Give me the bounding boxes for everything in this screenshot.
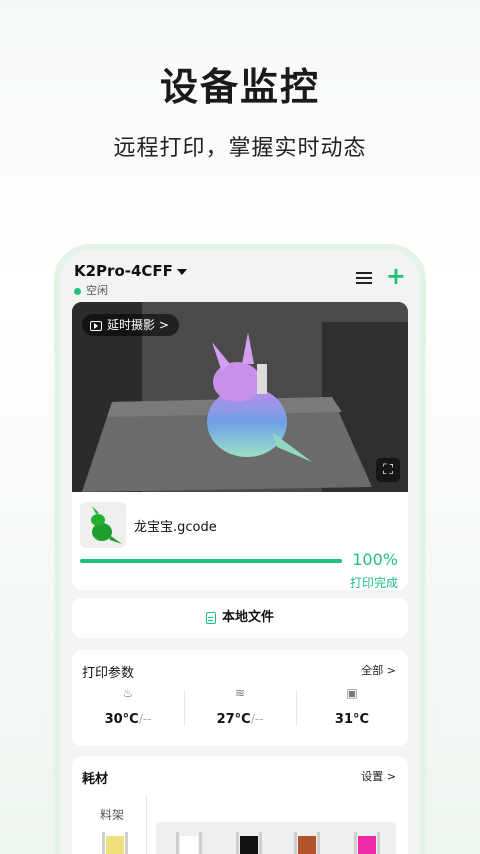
rack-label: 料架 [100, 808, 125, 822]
spool-color [106, 836, 124, 854]
filament-settings-link[interactable]: 设置 > [361, 768, 396, 784]
progress-percent: 100% [352, 550, 398, 569]
list-icon[interactable] [356, 272, 372, 286]
device-status: 空闲 [74, 282, 108, 298]
spool-color [240, 836, 258, 854]
local-files-label: 本地文件 [221, 610, 274, 625]
params-title: 打印参数 [82, 666, 135, 681]
device-status-label: 空闲 [86, 284, 108, 297]
bed-target: /-- [250, 712, 264, 726]
device-header: K2Pro-4CFF 空闲 + [74, 262, 408, 298]
timelapse-label: 延时摄影 > [107, 318, 169, 332]
params-all-link[interactable]: 全部 > [361, 662, 396, 678]
model-thumbnail-image [80, 502, 126, 548]
nozzle-target: /-- [138, 712, 152, 726]
camera-view[interactable]: 延时摄影 > ⛶ [72, 302, 408, 492]
device-selector[interactable]: K2Pro-4CFF [74, 262, 187, 280]
print-job-card: 龙宝宝.gcode 100% 打印完成 [72, 492, 408, 590]
hero-title: 设备监控 [159, 65, 320, 109]
filament-title: 耗材 [82, 772, 109, 787]
local-files-button[interactable]: 本地文件 [72, 598, 408, 638]
filament-slot-2[interactable] [236, 832, 262, 854]
model-thumbnail [80, 502, 126, 548]
param-chamber: ▣ 31°C [296, 686, 408, 727]
chamber-icon: ▣ [346, 686, 358, 700]
hero-subtitle: 远程打印，掌握实时动态 [113, 136, 367, 161]
progress-bar [80, 559, 342, 563]
device-name: K2Pro-4CFF [74, 262, 173, 280]
param-bed: ≋ 27°C/-- [184, 686, 296, 727]
file-name: 龙宝宝.gcode [134, 520, 217, 535]
spool-color [298, 836, 316, 854]
filament-slot-3[interactable] [294, 832, 320, 854]
local-files-card[interactable]: 本地文件 [72, 598, 408, 638]
nozzle-icon: ♨ [122, 686, 134, 700]
spool-color [180, 836, 198, 854]
heated-bed-icon: ≋ [234, 686, 246, 700]
caret-down-icon [176, 268, 187, 275]
document-icon [205, 611, 216, 624]
chamber-temp: 31°C [334, 712, 370, 727]
param-nozzle: ♨ 30°C/-- [72, 686, 184, 727]
status-dot-icon [74, 287, 81, 295]
filament-slot-4[interactable] [354, 832, 380, 854]
fullscreen-icon[interactable]: ⛶ [376, 458, 400, 482]
phone-frame: K2Pro-4CFF 空闲 + 延时摄影 > ⛶ 龙宝宝.gcode 100% … [60, 250, 420, 854]
print-state: 打印完成 [349, 576, 398, 590]
rack-spool[interactable] [102, 832, 128, 854]
add-device-icon[interactable]: + [386, 264, 406, 288]
nozzle-temp: 30°C [104, 712, 139, 727]
progress-fill [80, 559, 342, 563]
video-icon [90, 320, 102, 331]
divider [146, 796, 147, 854]
bed-temp: 27°C [216, 712, 251, 727]
filament-card: 耗材 设置 > 料架 [72, 756, 408, 854]
filament-slot-1[interactable] [176, 832, 202, 854]
spool-color [358, 836, 376, 854]
print-params-card: 打印参数 全部 > ♨ 30°C/-- ≋ 27°C/-- ▣ 31°C [72, 650, 408, 746]
timelapse-button[interactable]: 延时摄影 > [82, 314, 179, 336]
